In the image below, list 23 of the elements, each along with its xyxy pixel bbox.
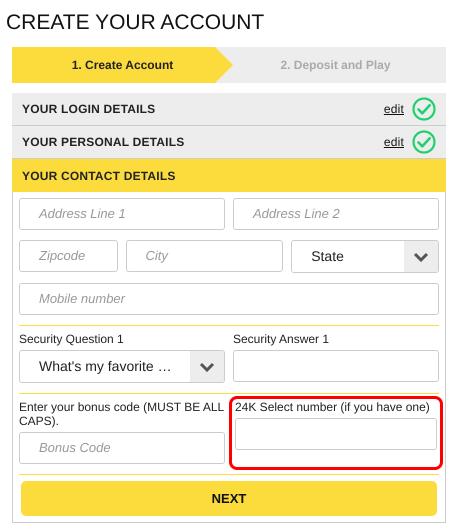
check-icon <box>412 97 436 121</box>
check-icon <box>412 130 436 154</box>
section-title: YOUR LOGIN DETAILS <box>22 101 156 118</box>
section-header[interactable]: YOUR LOGIN DETAILS edit <box>12 93 446 126</box>
field-label: Security Answer 1 <box>233 332 330 346</box>
chevron-down-icon <box>413 250 429 262</box>
section-title: YOUR CONTACT DETAILS <box>22 168 176 184</box>
chevron-down-icon <box>199 360 215 372</box>
section-header[interactable]: YOUR PERSONAL DETAILS edit <box>12 126 446 159</box>
edit-link[interactable]: edit <box>384 100 404 118</box>
input-field[interactable] <box>233 350 439 382</box>
section-header[interactable]: YOUR CONTACT DETAILS <box>12 159 446 192</box>
page-title: CREATE YOUR ACCOUNT <box>6 10 266 36</box>
edit-link[interactable]: edit <box>384 133 404 151</box>
field-label: Security Question 1 <box>19 332 125 346</box>
step-tab[interactable]: 1. Create Account <box>12 47 233 83</box>
select-field[interactable]: What's my favorite … <box>19 350 225 383</box>
section-title: YOUR PERSONAL DETAILS <box>22 134 184 151</box>
select-field[interactable]: State <box>291 240 439 273</box>
next-button[interactable]: NEXT <box>21 481 437 516</box>
field-label: Enter your bonus code (MUST BE ALL CAPS). <box>19 400 225 428</box>
field-label: 24K Select number (if you have one) <box>235 400 431 414</box>
input-field[interactable] <box>235 418 437 450</box>
